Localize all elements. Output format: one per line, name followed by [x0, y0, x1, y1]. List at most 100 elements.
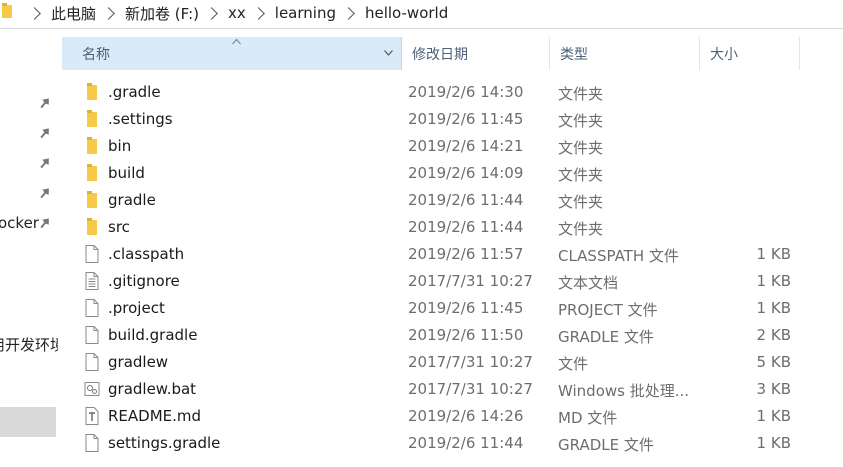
file-name: .gradle	[108, 83, 161, 101]
column-header-type-label: 类型	[560, 46, 588, 63]
pin-icon[interactable]	[40, 97, 50, 109]
file-name: .project	[108, 299, 165, 317]
file-row[interactable]: .gitignore 2017/7/31 10:27 文本文档 1 KB	[62, 268, 843, 295]
file-type: GRADLE 文件	[558, 436, 654, 454]
column-header-name[interactable]: 名称	[62, 37, 402, 70]
file-row[interactable]: bin 2019/2/6 14:21 文件夹	[62, 133, 843, 160]
pin-icon[interactable]	[40, 157, 50, 169]
chevron-right-icon[interactable]	[28, 6, 41, 20]
column-header-type[interactable]: 类型	[550, 37, 700, 70]
file-type: 文本文档	[558, 274, 619, 292]
file-row[interactable]: gradlew 2017/7/31 10:27 文件 5 KB	[62, 349, 843, 376]
file-type: 文件	[558, 355, 589, 373]
file-list: .gradle 2019/2/6 14:30 文件夹 .settings 201…	[62, 79, 843, 457]
file-icon	[85, 353, 99, 371]
breadcrumb: 此电脑 新加卷 (F:) xx learning hello-world	[22, 3, 448, 23]
breadcrumb-this-pc[interactable]: 此电脑	[51, 3, 96, 24]
file-row[interactable]: settings.gradle 2019/2/6 11:44 GRADLE 文件…	[62, 430, 843, 457]
pin-icon[interactable]	[40, 127, 50, 139]
pin-icon[interactable]	[40, 217, 50, 229]
breadcrumb-drive[interactable]: 新加卷 (F:)	[125, 3, 199, 24]
file-name: build	[108, 164, 145, 182]
sort-ascending-icon	[232, 38, 241, 45]
file-date: 2019/2/6 14:09	[408, 164, 524, 182]
file-type: 文件夹	[558, 139, 604, 157]
file-row[interactable]: .classpath 2019/2/6 11:57 CLASSPATH 文件 1…	[62, 241, 843, 268]
chevron-right-icon[interactable]	[102, 6, 115, 20]
breadcrumb-learning[interactable]: learning	[275, 4, 336, 22]
nav-item-selected[interactable]	[0, 407, 56, 437]
file-type: 文件夹	[558, 166, 604, 184]
file-size: 3 KB	[756, 380, 791, 398]
file-date: 2019/2/6 11:45	[408, 110, 524, 128]
file-name: gradlew.bat	[108, 380, 197, 398]
text-file-icon	[85, 272, 99, 290]
navigation-pane: ocker 用开发环境	[0, 36, 58, 467]
file-name: .settings	[108, 110, 173, 128]
column-header-size[interactable]: 大小	[700, 37, 800, 70]
file-name: gradle	[108, 191, 156, 209]
batch-file-icon	[84, 382, 100, 396]
column-header-date[interactable]: 修改日期	[402, 37, 550, 70]
file-size: 1 KB	[756, 299, 791, 317]
file-type: 文件夹	[558, 85, 604, 103]
file-date: 2017/7/31 10:27	[408, 380, 533, 398]
markdown-file-icon	[85, 407, 99, 425]
file-icon	[85, 299, 99, 317]
folder-icon	[2, 3, 12, 18]
breadcrumb-hello-world[interactable]: hello-world	[365, 4, 448, 22]
file-row[interactable]: build.gradle 2019/2/6 11:50 GRADLE 文件 2 …	[62, 322, 843, 349]
file-row[interactable]: .settings 2019/2/6 11:45 文件夹	[62, 106, 843, 133]
file-date: 2017/7/31 10:27	[408, 353, 533, 371]
chevron-down-icon[interactable]	[384, 50, 393, 56]
file-row[interactable]: .gradle 2019/2/6 14:30 文件夹	[62, 79, 843, 106]
file-row[interactable]: README.md 2019/2/6 14:26 MD 文件 1 KB	[62, 403, 843, 430]
file-icon	[85, 434, 99, 452]
file-size: 1 KB	[756, 407, 791, 425]
chevron-right-icon[interactable]	[205, 6, 218, 20]
pin-icon[interactable]	[40, 187, 50, 199]
folder-icon	[87, 218, 97, 235]
folder-icon	[87, 137, 97, 154]
file-date: 2017/7/31 10:27	[408, 272, 533, 290]
file-date: 2019/2/6 11:44	[408, 218, 524, 236]
file-type: MD 文件	[558, 409, 618, 427]
file-icon	[85, 326, 99, 344]
chevron-right-icon[interactable]	[342, 6, 355, 20]
file-row[interactable]: src 2019/2/6 11:44 文件夹	[62, 214, 843, 241]
file-size: 1 KB	[756, 434, 791, 452]
file-date: 2019/2/6 11:45	[408, 299, 524, 317]
file-type: PROJECT 文件	[558, 301, 658, 319]
file-row[interactable]: .project 2019/2/6 11:45 PROJECT 文件 1 KB	[62, 295, 843, 322]
nav-item-docker[interactable]: ocker	[0, 214, 39, 232]
file-size: 2 KB	[756, 326, 791, 344]
file-size: 5 KB	[756, 353, 791, 371]
folder-icon	[87, 191, 97, 208]
file-name: bin	[108, 137, 132, 155]
column-header-size-label: 大小	[710, 46, 738, 63]
file-date: 2019/2/6 11:50	[408, 326, 524, 344]
file-type: Windows 批处理...	[558, 382, 690, 400]
folder-icon	[87, 83, 97, 100]
file-name: build.gradle	[108, 326, 198, 344]
file-row[interactable]: gradle 2019/2/6 11:44 文件夹	[62, 187, 843, 214]
file-name: README.md	[108, 407, 202, 425]
file-name: settings.gradle	[108, 434, 221, 452]
file-type: 文件夹	[558, 220, 604, 238]
file-icon	[85, 245, 99, 263]
file-date: 2019/2/6 14:30	[408, 83, 524, 101]
file-date: 2019/2/6 11:44	[408, 191, 524, 209]
file-date: 2019/2/6 14:21	[408, 137, 524, 155]
chevron-right-icon[interactable]	[251, 6, 265, 20]
file-name: .gitignore	[108, 272, 180, 290]
file-row[interactable]: build 2019/2/6 14:09 文件夹	[62, 160, 843, 187]
folder-icon	[87, 164, 97, 181]
breadcrumb-xx[interactable]: xx	[228, 4, 246, 22]
file-row[interactable]: gradlew.bat 2017/7/31 10:27 Windows 批处理.…	[62, 376, 843, 403]
file-date: 2019/2/6 11:44	[408, 434, 524, 452]
file-type: 文件夹	[558, 193, 604, 211]
address-bar[interactable]: 此电脑 新加卷 (F:) xx learning hello-world	[0, 0, 843, 29]
nav-item-dev-env[interactable]: 用开发环境	[0, 334, 58, 355]
column-header-name-label: 名称	[82, 46, 110, 63]
file-type: 文件夹	[558, 112, 604, 130]
